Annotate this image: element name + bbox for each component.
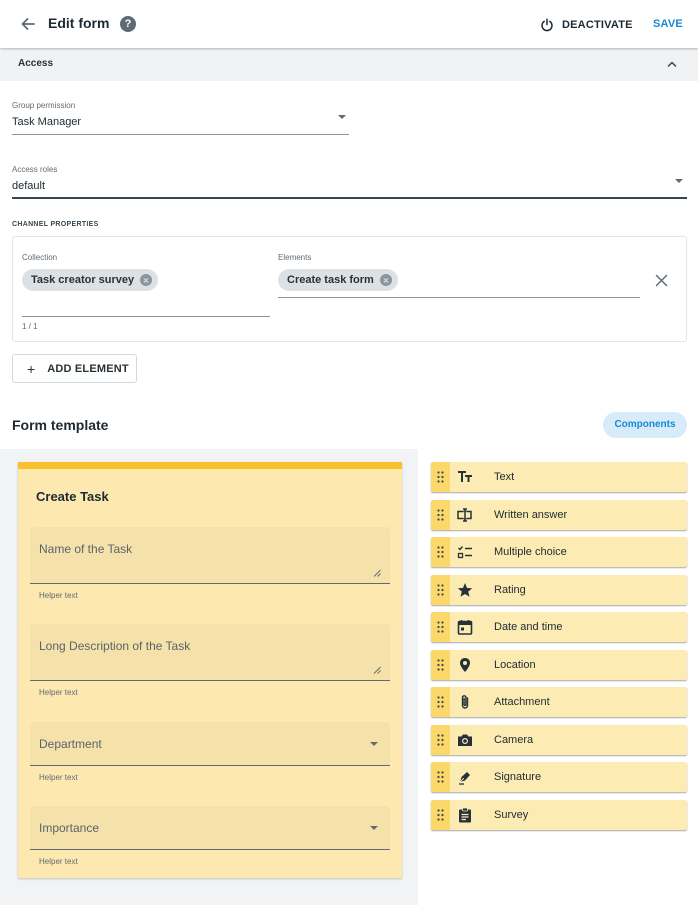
- access-roles-underline: [12, 197, 687, 199]
- drag-handle-icon[interactable]: [431, 500, 450, 530]
- helper-text: Helper text: [39, 773, 78, 782]
- task-name-textarea[interactable]: Name of the Task: [30, 527, 390, 584]
- collection-count: 1 / 1: [22, 322, 38, 331]
- component-label: Camera: [494, 734, 534, 746]
- form-template-heading: Form template: [12, 417, 109, 433]
- text-input-icon: [457, 508, 472, 522]
- elements-chip-label: Create task form: [287, 274, 374, 286]
- drag-handle-icon[interactable]: [431, 462, 450, 492]
- component-label: Date and time: [494, 621, 563, 633]
- component-label: Multiple choice: [494, 546, 567, 558]
- group-permission-select[interactable]: Task Manager: [12, 116, 81, 128]
- component-label: Rating: [494, 584, 526, 596]
- app-header: Edit form ? DEACTIVATE SAVE: [0, 0, 698, 48]
- group-permission-underline: [12, 134, 349, 135]
- close-icon[interactable]: [655, 274, 668, 287]
- importance-placeholder: Importance: [39, 821, 100, 835]
- components-button[interactable]: Components: [603, 412, 687, 438]
- access-roles-select[interactable]: default: [12, 180, 45, 192]
- drag-handle-icon[interactable]: [431, 537, 450, 567]
- form-card[interactable]: Create Task Name of the Task Helper text…: [18, 462, 402, 878]
- component-label: Location: [494, 659, 536, 671]
- component-label: Text: [494, 471, 515, 483]
- form-card-title: Create Task: [36, 489, 109, 504]
- back-arrow-icon[interactable]: [18, 14, 38, 34]
- elements-underline: [278, 297, 640, 298]
- channel-properties-heading: CHANNEL PROPERTIES: [12, 221, 99, 228]
- component-date-and-time[interactable]: Date and time: [431, 612, 687, 642]
- help-icon[interactable]: ?: [120, 16, 136, 32]
- access-section-label: Access: [18, 58, 54, 69]
- add-element-button[interactable]: + ADD ELEMENT: [12, 354, 137, 383]
- collection-label: Collection: [22, 253, 58, 262]
- elements-chip[interactable]: Create task form: [278, 269, 398, 291]
- chevron-up-icon[interactable]: [666, 58, 678, 70]
- access-section-header[interactable]: Access: [0, 48, 698, 81]
- remove-chip-icon[interactable]: [140, 274, 153, 286]
- importance-select[interactable]: Importance: [30, 806, 390, 850]
- add-element-label: ADD ELEMENT: [47, 362, 129, 375]
- component-label: Survey: [494, 809, 529, 821]
- collection-chip-label: Task creator survey: [31, 274, 135, 286]
- drag-handle-icon[interactable]: [431, 650, 450, 680]
- deactivate-label: DEACTIVATE: [562, 19, 633, 31]
- drag-handle-icon[interactable]: [431, 725, 450, 755]
- deactivate-button[interactable]: DEACTIVATE: [540, 16, 633, 34]
- component-location[interactable]: Location: [431, 650, 687, 680]
- page-title: Edit form: [48, 15, 110, 31]
- component-rating[interactable]: Rating: [431, 575, 687, 605]
- component-attachment[interactable]: Attachment: [431, 687, 687, 717]
- component-camera[interactable]: Camera: [431, 725, 687, 755]
- task-description-placeholder: Long Description of the Task: [39, 639, 191, 653]
- component-label: Signature: [494, 771, 542, 783]
- dropdown-arrow-icon[interactable]: [370, 826, 378, 830]
- resize-handle-icon[interactable]: [373, 569, 381, 577]
- drag-handle-icon[interactable]: [431, 800, 450, 830]
- dropdown-arrow-icon[interactable]: [370, 742, 378, 746]
- clipboard-icon: [459, 807, 471, 823]
- dropdown-arrow-icon[interactable]: [675, 179, 683, 183]
- drag-handle-icon[interactable]: [431, 575, 450, 605]
- component-signature[interactable]: Signature: [431, 762, 687, 792]
- camera-icon: [458, 734, 472, 746]
- collection-underline: [22, 316, 270, 317]
- dropdown-arrow-icon[interactable]: [338, 115, 346, 119]
- helper-text: Helper text: [39, 857, 78, 866]
- component-multiple-choice[interactable]: Multiple choice: [431, 537, 687, 567]
- plus-icon: +: [27, 360, 36, 377]
- collection-chip[interactable]: Task creator survey: [22, 269, 159, 291]
- department-select[interactable]: Department: [30, 722, 390, 766]
- power-icon: [541, 18, 553, 32]
- calendar-icon: [457, 620, 473, 635]
- task-description-textarea[interactable]: Long Description of the Task: [30, 624, 390, 681]
- component-label: Written answer: [494, 509, 568, 521]
- pen-icon: [459, 772, 470, 785]
- star-icon: [457, 583, 473, 597]
- elements-label: Elements: [278, 253, 312, 262]
- component-text[interactable]: Text: [431, 462, 687, 492]
- helper-text: Helper text: [39, 591, 78, 600]
- location-pin-icon: [460, 658, 470, 672]
- component-label: Attachment: [494, 696, 550, 708]
- group-permission-label: Group permission: [12, 101, 76, 110]
- department-placeholder: Department: [39, 737, 102, 751]
- component-written-answer[interactable]: Written answer: [431, 500, 687, 530]
- access-roles-label: Access roles: [12, 165, 58, 174]
- drag-handle-icon[interactable]: [431, 762, 450, 792]
- text-format-icon: [458, 471, 472, 482]
- save-button[interactable]: SAVE: [653, 18, 683, 30]
- task-name-placeholder: Name of the Task: [39, 542, 133, 556]
- checklist-icon: [457, 546, 472, 559]
- paperclip-icon: [461, 695, 469, 709]
- resize-handle-icon[interactable]: [373, 666, 381, 674]
- helper-text: Helper text: [39, 688, 78, 697]
- drag-handle-icon[interactable]: [431, 612, 450, 642]
- drag-handle-icon[interactable]: [431, 687, 450, 717]
- remove-chip-icon[interactable]: [379, 274, 392, 286]
- component-survey[interactable]: Survey: [431, 800, 687, 830]
